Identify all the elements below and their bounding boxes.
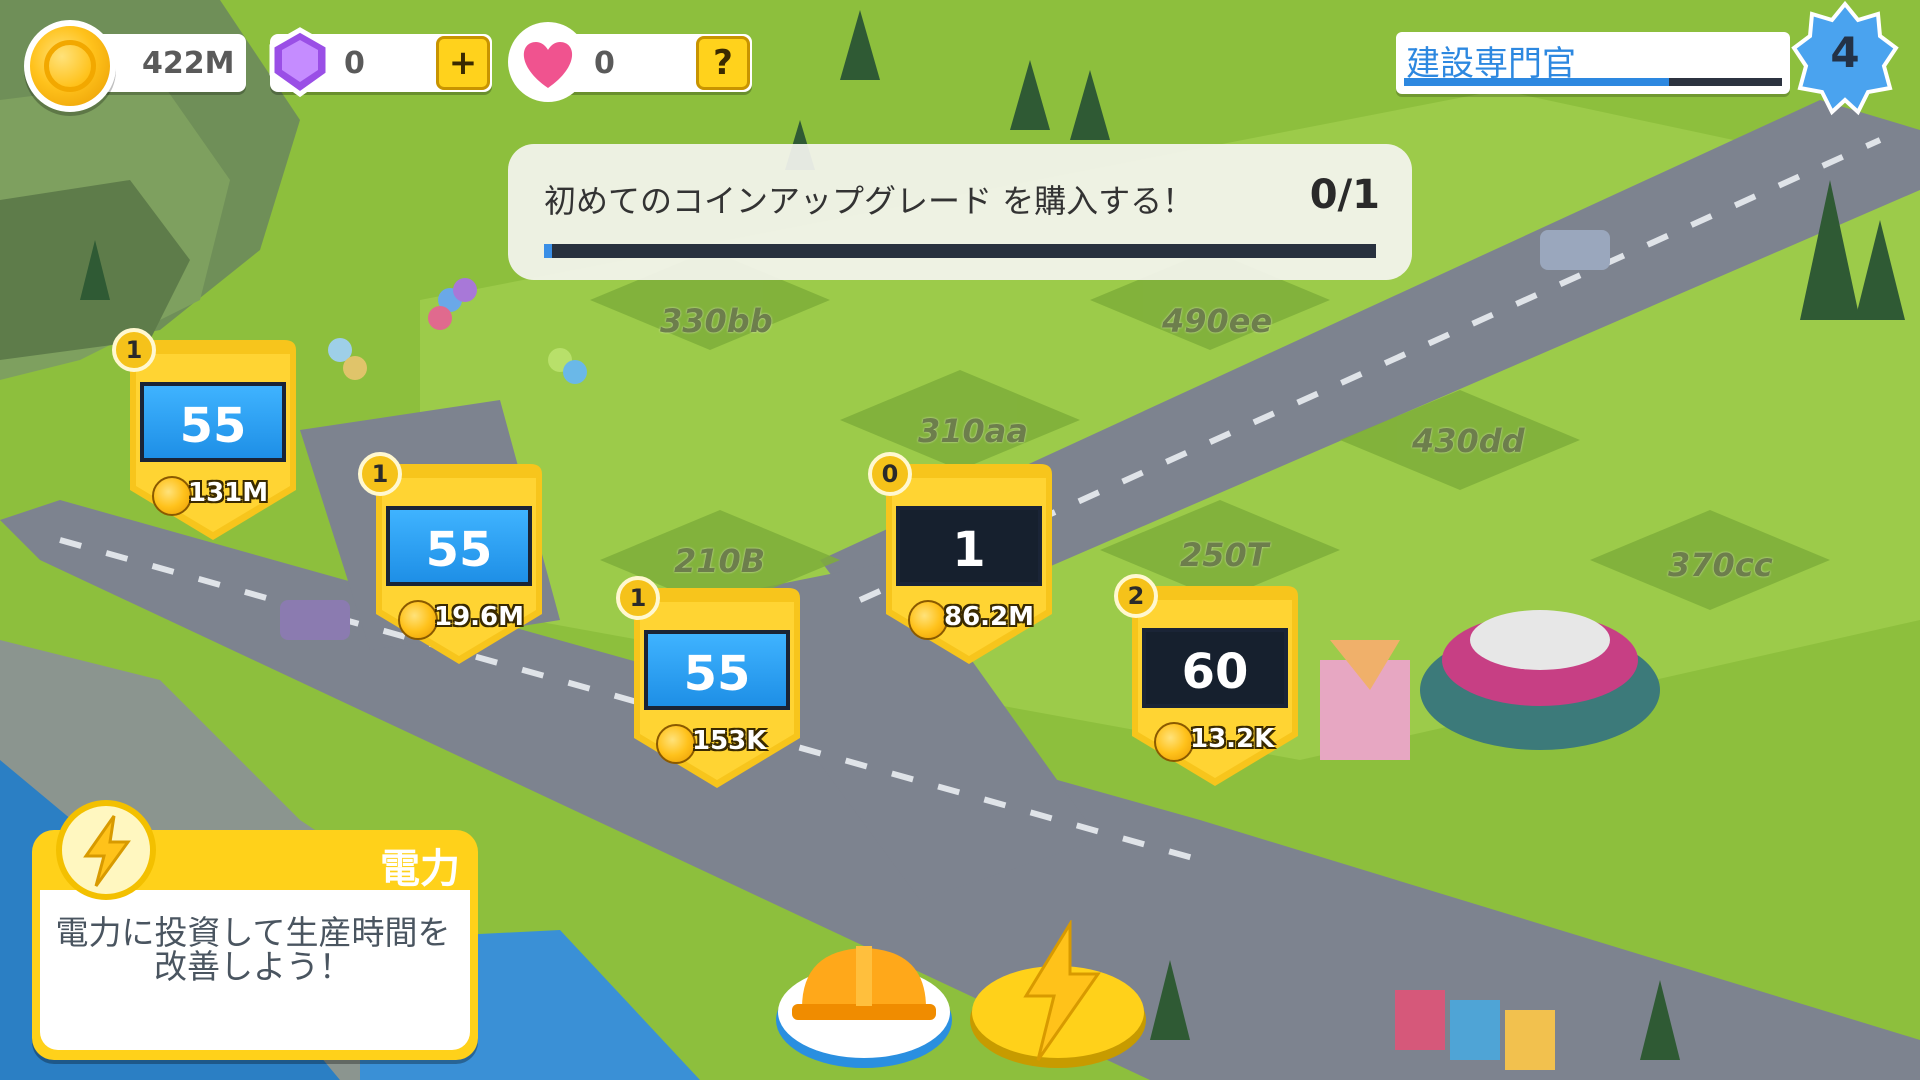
business-level: 55 [386,506,532,586]
coin-icon [656,724,696,764]
plot-label-250T[interactable]: 250T [1180,536,1269,574]
upgrade-cost: 131M [188,478,269,508]
quest-text: 初めてのコインアップグレード を購入する！ [544,182,1195,220]
quest-progress-track [544,244,1376,258]
quest-progress-fill [544,244,553,258]
level-number: 4 [1830,28,1860,77]
business-badge[interactable]: 2 60 13.2K [1114,574,1302,786]
title-progress-fill [1404,78,1669,86]
upgrade-cost: 13.2K [1190,724,1275,754]
coin-icon [1154,722,1194,762]
business-count: 1 [358,452,402,496]
business-level: 55 [140,382,286,462]
business-badge[interactable]: 1 55 19.6M [358,452,546,664]
hard-hat-icon[interactable] [772,920,956,1070]
coins-value: 422M [142,46,235,81]
business-level: 60 [1142,628,1288,708]
coin-icon [398,600,438,640]
plot-label-330bb[interactable]: 330bb [660,302,773,340]
upgrade-cost: 86.2M [944,602,1035,632]
upgrade-cost: 19.6M [434,602,525,632]
plot-label-370cc[interactable]: 370cc [1668,546,1773,584]
plot-label-210B[interactable]: 210B [674,542,765,580]
business-level: 1 [896,506,1042,586]
business-count: 1 [112,328,156,372]
coin-icon [908,600,948,640]
business-badge[interactable]: 0 1 86.2M [868,452,1056,664]
plot-label-430dd[interactable]: 430dd [1412,422,1525,460]
quest-count: 0/1 [1309,172,1380,218]
plot-label-490ee[interactable]: 490ee [1162,302,1272,340]
gems-value: 0 [344,46,365,81]
plot-label-310aa[interactable]: 310aa [918,412,1028,450]
add-gems-button[interactable]: + [436,36,490,90]
business-count: 2 [1114,574,1158,618]
lightning-bolt-icon [56,800,156,900]
business-level: 55 [644,630,790,710]
hearts-value: 0 [594,46,615,81]
power-description: 電力に投資して生産時間を改善しよう！ [55,913,451,986]
power-button[interactable] [966,920,1150,1070]
upgrade-cost: 153K [692,726,767,756]
business-badge[interactable]: 1 55 153K [616,576,804,788]
business-badge[interactable]: 1 55 131M [112,328,300,540]
heart-icon [508,22,588,102]
coin-icon [152,476,192,516]
gem-icon [269,27,331,98]
power-title: 電力 [380,846,460,892]
help-button[interactable]: ? [696,36,750,90]
coin-icon [24,20,116,112]
business-count: 0 [868,452,912,496]
business-count: 1 [616,576,660,620]
